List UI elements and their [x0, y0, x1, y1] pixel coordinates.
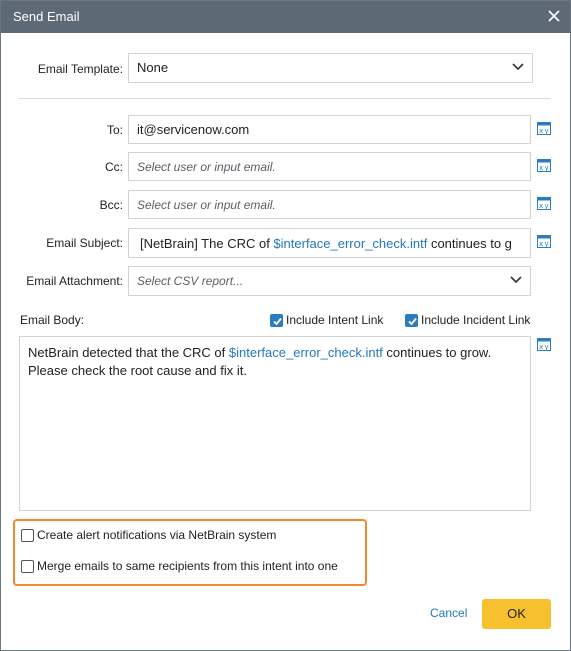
- email-body-textarea[interactable]: NetBrain detected that the CRC of $inter…: [19, 336, 531, 511]
- email-template-label: Email Template:: [37, 62, 123, 76]
- variable-insert-icon[interactable]: xy: [537, 235, 551, 248]
- svg-text:y: y: [545, 202, 549, 210]
- email-template-select[interactable]: None: [128, 53, 533, 83]
- variable-insert-icon[interactable]: xy: [537, 197, 551, 210]
- chevron-down-icon: [512, 63, 524, 71]
- attachment-select[interactable]: Select CSV report...: [128, 266, 531, 296]
- email-body-label: Email Body:: [20, 313, 85, 327]
- subject-value: [NetBrain] The CRC of $interface_error_c…: [140, 236, 512, 251]
- subject-label: Email Subject:: [46, 236, 123, 250]
- create-alert-checkbox[interactable]: [21, 529, 34, 542]
- body-line1-suffix: continues to grow.: [382, 345, 492, 360]
- send-email-dialog: Send Email Email Template: None To: it@s…: [0, 0, 571, 651]
- cancel-button[interactable]: Cancel: [430, 606, 467, 620]
- subject-prefix: [NetBrain] The CRC of: [140, 236, 274, 251]
- include-incident-link-checkbox[interactable]: [405, 314, 418, 327]
- svg-text:y: y: [545, 343, 549, 351]
- variable-insert-icon[interactable]: xy: [537, 159, 551, 172]
- include-intent-link-label: Include Intent Link: [286, 313, 384, 327]
- body-line1-variable: $interface_error_check.intf: [228, 345, 383, 360]
- ok-button[interactable]: OK: [482, 599, 551, 629]
- create-alert-label: Create alert notifications via NetBrain …: [37, 528, 277, 542]
- svg-text:x: x: [539, 240, 543, 248]
- svg-text:y: y: [545, 127, 549, 135]
- body-line1-prefix: NetBrain detected that the CRC of: [28, 345, 229, 360]
- chevron-down-icon: [510, 276, 522, 284]
- dialog-title: Send Email: [13, 9, 80, 24]
- svg-text:x: x: [539, 202, 543, 210]
- cc-field[interactable]: Select user or input email.: [128, 152, 531, 181]
- svg-text:x: x: [539, 127, 543, 135]
- subject-suffix: continues to g: [427, 236, 512, 251]
- subject-field[interactable]: [NetBrain] The CRC of $interface_error_c…: [128, 228, 531, 258]
- attachment-label: Email Attachment:: [26, 274, 123, 288]
- include-incident-link-label: Include Incident Link: [421, 313, 531, 327]
- bcc-label: Bcc:: [99, 198, 123, 212]
- email-body-text: NetBrain detected that the CRC of $inter…: [28, 344, 523, 380]
- separator: [19, 98, 551, 99]
- subject-variable: $interface_error_check.intf: [273, 236, 428, 251]
- variable-insert-icon[interactable]: xy: [537, 338, 551, 351]
- merge-emails-label: Merge emails to same recipients from thi…: [37, 559, 338, 573]
- to-field[interactable]: it@servicenow.com: [128, 115, 531, 144]
- attachment-placeholder: Select CSV report...: [137, 274, 244, 288]
- to-value: it@servicenow.com: [137, 122, 250, 137]
- body-line2: Please check the root cause and fix it.: [28, 363, 247, 378]
- cc-placeholder: Select user or input email.: [137, 160, 276, 174]
- include-intent-link-checkbox[interactable]: [270, 314, 283, 327]
- title-bar: Send Email: [1, 1, 570, 33]
- merge-emails-checkbox[interactable]: [21, 560, 34, 573]
- cc-label: Cc:: [105, 160, 123, 174]
- to-label: To:: [106, 123, 123, 137]
- bcc-placeholder: Select user or input email.: [137, 198, 276, 212]
- svg-text:x: x: [539, 343, 543, 351]
- bcc-field[interactable]: Select user or input email.: [128, 190, 531, 219]
- check-icon: [273, 317, 282, 326]
- check-icon: [408, 317, 417, 326]
- svg-text:y: y: [545, 164, 549, 172]
- svg-text:x: x: [539, 164, 543, 172]
- close-icon[interactable]: [544, 6, 564, 26]
- email-template-value: None: [137, 60, 169, 75]
- svg-text:y: y: [545, 240, 549, 248]
- variable-insert-icon[interactable]: xy: [537, 122, 551, 135]
